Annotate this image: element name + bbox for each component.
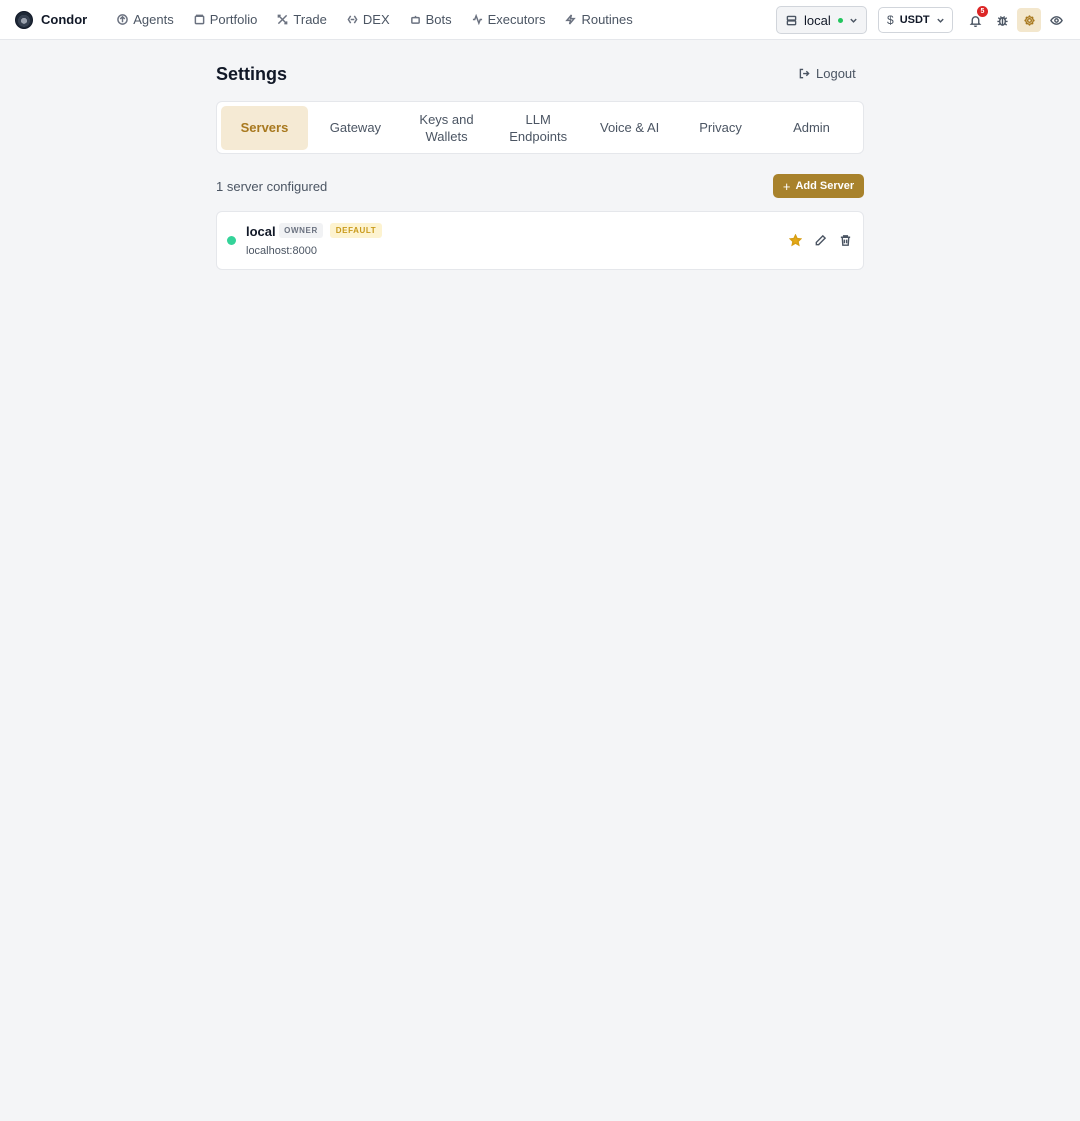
delete-server-button[interactable] [837,232,853,248]
chevron-down-icon [850,18,857,23]
trash-icon [840,234,850,246]
toolbar-right: local $ USDT 5 [776,6,1068,34]
currency-select[interactable]: $ USDT [878,7,953,33]
nav-item-bots[interactable]: Bots [410,12,452,27]
agents-icon [117,14,129,25]
settings-icon [1023,14,1035,26]
nav-item-trade[interactable]: Trade [277,12,327,27]
server-select-value: local [804,12,831,28]
view-toggle-button[interactable] [1044,8,1068,32]
condor-logo-icon [15,10,33,29]
tab-keys-and-wallets[interactable]: Keys and Wallets [403,106,490,150]
nav-item-label: Executors [487,12,546,27]
nav-item-dex[interactable]: DEX [347,12,390,27]
bug-icon [996,15,1008,26]
nav-item-executors[interactable]: Executors [472,12,546,27]
nav-item-label: DEX [362,12,390,27]
bots-icon [410,15,420,24]
tab-privacy[interactable]: Privacy [677,106,764,150]
routines-icon [565,14,577,25]
server-actions [778,232,853,248]
set-default-button[interactable] [787,232,803,248]
notification-count-badge: 5 [977,6,988,17]
dex-icon [347,15,358,24]
nav-item-label: Portfolio [209,12,258,27]
tab-voice-ai[interactable]: Voice & AI [586,106,673,150]
main-nav: Agents Portfolio Trade DEX Bots Executor… [117,12,653,27]
page-title: Settings [216,64,288,84]
server-icon [786,15,797,25]
edit-icon [815,234,826,245]
tab-admin[interactable]: Admin [768,106,855,150]
plus-icon: + [782,178,791,194]
brand[interactable]: Condor [15,10,88,29]
default-badge: DEFAULT [330,223,382,238]
server-name: local [246,224,276,239]
add-server-label: Add Server [795,180,855,192]
tab-llm-endpoints[interactable]: LLM Endpoints [494,106,582,150]
chevron-down-icon [936,18,944,23]
server-status-dot [227,236,236,245]
app-name: Condor [41,12,88,27]
edit-server-button[interactable] [812,232,828,248]
logout-button[interactable]: Logout [799,66,856,81]
currency-select-value: USDT [899,14,930,26]
eye-icon [1049,15,1063,25]
nav-item-label: Agents [133,12,174,27]
nav-item-label: Routines [581,12,633,27]
server-host: localhost:8000 [246,245,317,257]
nav-item-agents[interactable]: Agents [117,12,174,27]
logout-label: Logout [816,66,856,81]
tab-servers[interactable]: Servers [221,105,308,150]
nav-item-label: Bots [425,12,452,27]
tab-gateway[interactable]: Gateway [312,106,399,150]
add-server-button[interactable]: + Add Server [773,174,864,198]
logout-icon [799,68,810,79]
server-card[interactable]: local OWNER DEFAULT localhost:8000 [216,211,864,270]
notifications-button[interactable]: 5 [963,6,988,32]
star-icon [788,233,802,246]
server-status-dot [837,17,843,23]
settings-tabs: Servers Gateway Keys and Wallets LLM End… [216,101,864,154]
settings-button[interactable] [1017,8,1041,32]
trade-icon [278,14,288,25]
owner-badge: OWNER [279,223,323,238]
debug-button[interactable] [990,8,1014,32]
dollar-icon: $ [887,13,894,27]
nav-item-routines[interactable]: Routines [565,12,633,27]
top-navigation-bar: Condor Agents Portfolio Trade DEX Bots E… [0,0,1080,40]
executors-icon [472,14,482,25]
servers-count: 1 server configured [216,179,328,194]
nav-item-label: Trade [293,12,327,27]
portfolio-icon [194,14,205,25]
server-select[interactable]: local [776,6,867,34]
nav-item-portfolio[interactable]: Portfolio [194,12,258,27]
